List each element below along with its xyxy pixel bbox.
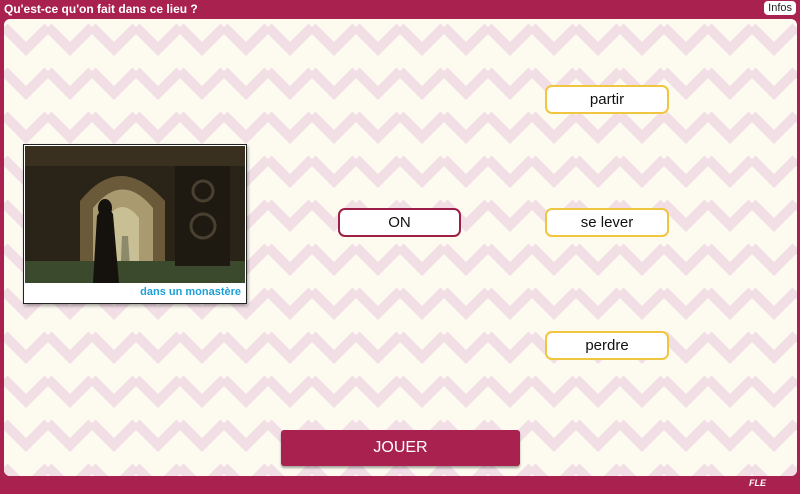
game-stage: dans un monastère ON partir se lever per… bbox=[4, 19, 797, 476]
choice-partir[interactable]: partir bbox=[545, 85, 669, 114]
choice-se-lever[interactable]: se lever bbox=[545, 208, 669, 237]
caption-bar: dans un monastère bbox=[25, 284, 245, 302]
play-button[interactable]: JOUER bbox=[281, 430, 520, 466]
place-image-card: dans un monastère bbox=[23, 144, 247, 304]
infos-button[interactable]: Infos bbox=[764, 1, 796, 15]
fle-logo: FLE bbox=[749, 478, 766, 488]
logo-text: FLE bbox=[749, 478, 766, 488]
top-bar: Qu'est-ce qu'on fait dans ce lieu ? Info… bbox=[0, 0, 800, 19]
place-caption: dans un monastère bbox=[140, 286, 241, 298]
page-title: Qu'est-ce qu'on fait dans ce lieu ? bbox=[4, 2, 198, 16]
choice-perdre[interactable]: perdre bbox=[545, 331, 669, 360]
monastery-photo bbox=[25, 146, 245, 283]
subject-pronoun-box[interactable]: ON bbox=[338, 208, 461, 237]
